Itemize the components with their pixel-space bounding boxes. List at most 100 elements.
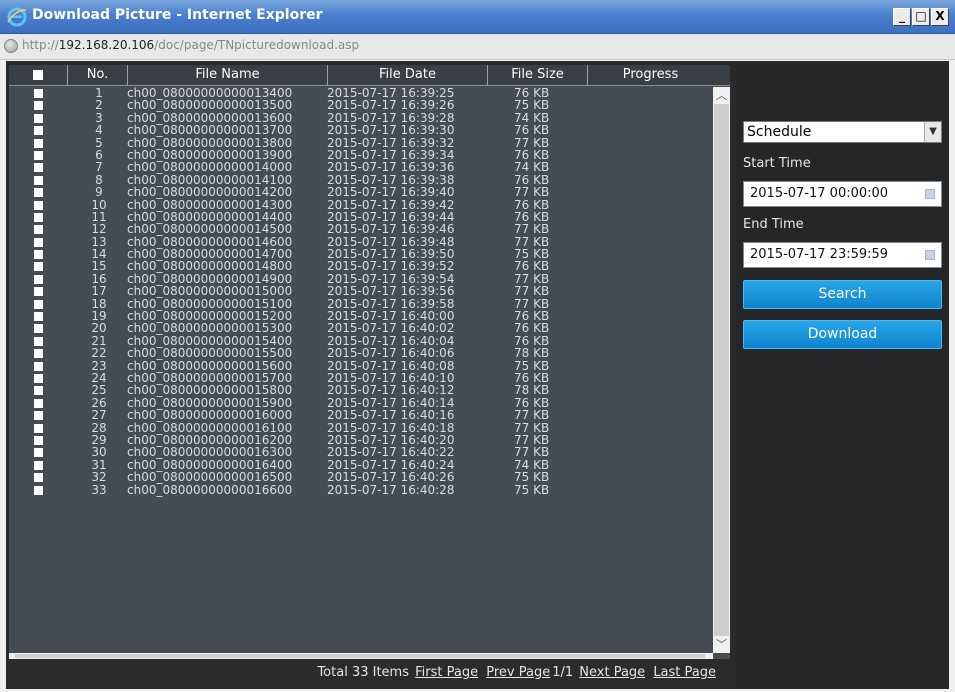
header-file-date[interactable]: File Date xyxy=(327,65,487,85)
table-row[interactable]: 4 ch00_08000000000013700 2015-07-17 16:39:… xyxy=(9,124,713,136)
table-row[interactable]: 9 ch00_08000000000014200 2015-07-17 16:39:… xyxy=(9,186,713,198)
close-button[interactable]: X xyxy=(931,8,949,26)
row-checkbox[interactable] xyxy=(34,113,43,123)
header-no[interactable]: No. xyxy=(67,65,127,85)
address-url[interactable]: http://192.168.20.106/doc/page/TNpicture… xyxy=(22,38,359,52)
row-file-date: 2015-07-17 16:40:02 xyxy=(327,321,455,336)
file-list-panel: No. File Name File Date File Size Progre… xyxy=(9,65,730,688)
table-row[interactable]: 7 ch00_08000000000014000 2015-07-17 16:39:… xyxy=(9,161,713,173)
row-file-size: 75 KB xyxy=(514,470,550,485)
search-button[interactable]: Search xyxy=(743,280,942,309)
row-checkbox[interactable] xyxy=(34,473,43,483)
row-file-date: 2015-07-17 16:39:40 xyxy=(327,185,455,200)
calendar-icon[interactable] xyxy=(925,189,935,199)
table-row[interactable]: 15 ch00_08000000000014800 2015-07-17 16:39… xyxy=(9,260,713,272)
table-row[interactable]: 30 ch00_08000000000016300 2015-07-17 16:40… xyxy=(9,446,713,458)
row-checkbox[interactable] xyxy=(34,212,43,222)
row-file-name: ch00_08000000000016300 xyxy=(127,445,293,460)
row-checkbox[interactable] xyxy=(34,435,43,445)
table-row[interactable]: 25 ch00_08000000000015800 2015-07-17 16:40… xyxy=(9,384,713,396)
chevron-down-icon[interactable]: ▼ xyxy=(924,122,941,142)
row-checkbox[interactable] xyxy=(34,274,43,284)
scroll-down-icon[interactable]: ﹀ xyxy=(713,636,730,653)
calendar-icon[interactable] xyxy=(925,250,935,260)
row-file-name: ch00_08000000000013600 xyxy=(127,110,293,125)
start-time-label: Start Time xyxy=(743,156,811,171)
row-file-name: ch00_08000000000015600 xyxy=(127,358,293,373)
table-row[interactable]: 12 ch00_08000000000014500 2015-07-17 16:39… xyxy=(9,223,713,235)
last-page-link[interactable]: Last Page xyxy=(653,665,716,680)
table-row[interactable]: 33 ch00_08000000000016600 2015-07-17 16:40… xyxy=(9,484,713,496)
scroll-up-icon[interactable]: ︿ xyxy=(713,87,730,104)
row-checkbox[interactable] xyxy=(34,361,43,371)
header-file-name[interactable]: File Name xyxy=(127,65,327,85)
url-path: /doc/page/TNpicturedownload.asp xyxy=(154,38,360,52)
row-file-name: ch00_08000000000013500 xyxy=(127,98,293,113)
row-checkbox[interactable] xyxy=(34,89,43,98)
end-time-input[interactable]: 2015-07-17 23:59:59 xyxy=(743,242,942,268)
row-checkbox[interactable] xyxy=(34,448,43,458)
vertical-scrollbar[interactable]: ︿ ﹀ xyxy=(713,87,730,653)
select-all-checkbox[interactable] xyxy=(33,70,43,80)
row-checkbox[interactable] xyxy=(34,485,43,495)
row-checkbox[interactable] xyxy=(34,150,43,160)
url-prefix: http:// xyxy=(22,38,59,52)
next-page-link[interactable]: Next Page xyxy=(579,665,645,680)
row-checkbox[interactable] xyxy=(34,101,43,111)
select-all-column xyxy=(9,65,67,85)
row-checkbox[interactable] xyxy=(34,262,43,272)
table-row[interactable]: 27 ch00_08000000000016000 2015-07-17 16:40… xyxy=(9,409,713,421)
row-checkbox[interactable] xyxy=(34,237,43,247)
row-checkbox[interactable] xyxy=(34,312,43,322)
row-checkbox[interactable] xyxy=(34,336,43,346)
row-file-name: ch00_08000000000015100 xyxy=(127,296,293,311)
row-checkbox[interactable] xyxy=(34,349,43,359)
row-checkbox[interactable] xyxy=(34,287,43,297)
scroll-thumb[interactable] xyxy=(714,104,729,636)
row-file-size: 76 KB xyxy=(514,197,550,212)
row-checkbox[interactable] xyxy=(34,126,43,136)
row-checkbox[interactable] xyxy=(34,398,43,408)
page-indicator: 1/1 xyxy=(552,665,574,680)
row-checkbox[interactable] xyxy=(34,200,43,210)
row-file-date: 2015-07-17 16:39:25 xyxy=(327,87,455,100)
row-checkbox[interactable] xyxy=(34,138,43,148)
row-number: 8 xyxy=(95,172,103,187)
table-row[interactable]: 17 ch00_08000000000015000 2015-07-17 16:39… xyxy=(9,285,713,297)
download-button[interactable]: Download xyxy=(743,320,942,349)
row-file-name: ch00_08000000000016500 xyxy=(127,470,293,485)
row-checkbox[interactable] xyxy=(34,423,43,433)
search-panel: Schedule ▼ Start Time 2015-07-17 00:00:0… xyxy=(736,65,949,688)
row-number: 9 xyxy=(95,185,103,200)
header-progress[interactable]: Progress xyxy=(587,65,713,85)
row-checkbox[interactable] xyxy=(34,411,43,421)
row-checkbox[interactable] xyxy=(34,460,43,470)
row-file-name: ch00_08000000000015700 xyxy=(127,370,293,385)
first-page-link[interactable]: First Page xyxy=(415,665,478,680)
minimize-button[interactable]: _ xyxy=(893,8,911,26)
table-row[interactable]: 2 ch00_08000000000013500 2015-07-17 16:39:… xyxy=(9,99,713,111)
row-checkbox[interactable] xyxy=(34,225,43,235)
row-checkbox[interactable] xyxy=(34,324,43,334)
row-checkbox[interactable] xyxy=(34,299,43,309)
row-checkbox[interactable] xyxy=(34,163,43,173)
maximize-button[interactable]: □ xyxy=(912,8,930,26)
row-file-size: 77 KB xyxy=(514,296,550,311)
row-checkbox[interactable] xyxy=(34,250,43,260)
row-checkbox[interactable] xyxy=(34,373,43,383)
prev-page-link[interactable]: Prev Page xyxy=(486,665,550,680)
table-row[interactable]: 22 ch00_08000000000015500 2015-07-17 16:40… xyxy=(9,347,713,359)
address-bar[interactable]: http://192.168.20.106/doc/page/TNpicture… xyxy=(0,34,955,60)
table-row[interactable]: 20 ch00_08000000000015300 2015-07-17 16:40… xyxy=(9,322,713,334)
search-type-select[interactable]: Schedule ▼ xyxy=(743,121,942,143)
row-checkbox[interactable] xyxy=(34,175,43,185)
start-time-input[interactable]: 2015-07-17 00:00:00 xyxy=(743,181,942,207)
horizontal-scroll-thumb[interactable] xyxy=(15,654,705,658)
row-number: 21 xyxy=(91,333,107,348)
row-file-name: ch00_08000000000014200 xyxy=(127,185,293,200)
start-time-value: 2015-07-17 00:00:00 xyxy=(750,186,889,201)
row-checkbox[interactable] xyxy=(34,386,43,396)
row-checkbox[interactable] xyxy=(34,188,43,198)
table-row[interactable]: 32 ch00_08000000000016500 2015-07-17 16:40… xyxy=(9,471,713,483)
header-file-size[interactable]: File Size xyxy=(487,65,587,85)
